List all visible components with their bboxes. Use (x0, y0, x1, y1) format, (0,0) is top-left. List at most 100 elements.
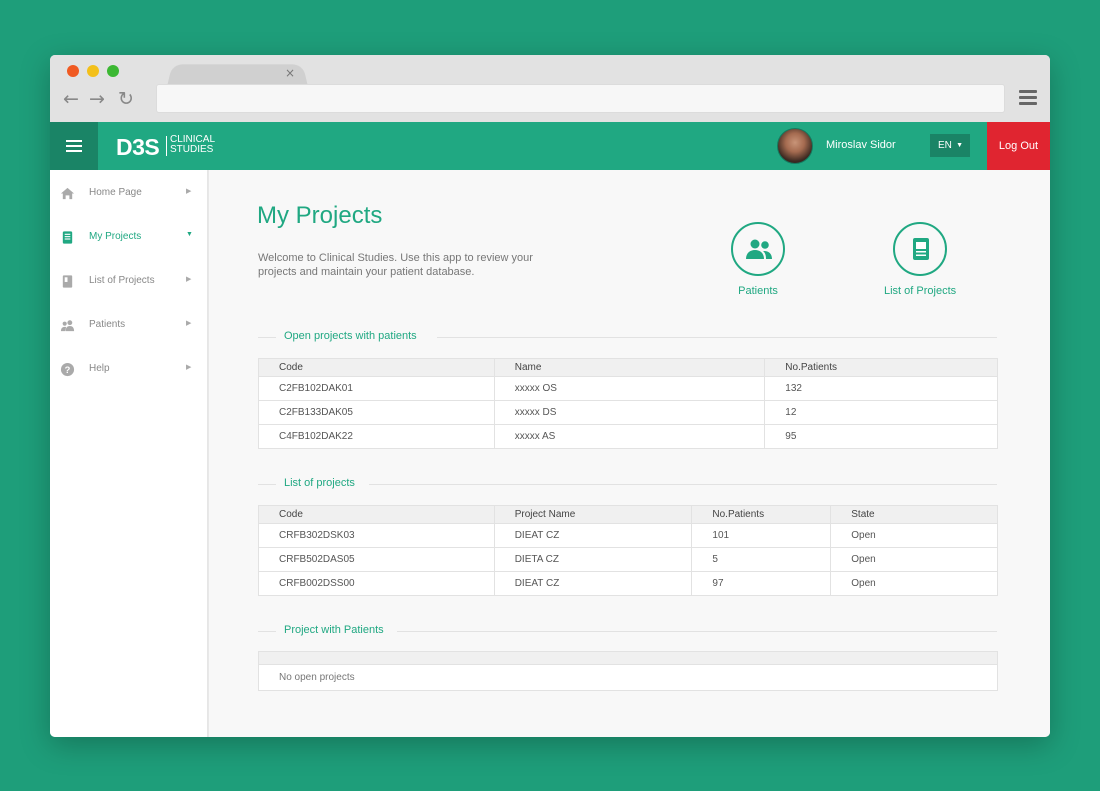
quick-link-label: List of Projects (884, 285, 957, 297)
reload-icon[interactable]: ↻ (118, 89, 134, 109)
caret-down-icon: ▼ (186, 231, 193, 238)
sidebar-item-patients[interactable]: Patients ▶ (50, 314, 208, 338)
sidebar-item-label: Help (89, 363, 110, 374)
logo-subtitle: CLINICAL STUDIES (170, 135, 230, 155)
empty-message: No open projects (258, 664, 998, 691)
cell-patients: 132 (764, 376, 998, 401)
browser-chrome: × ← → ↻ (50, 55, 1050, 122)
minimize-window-button[interactable] (87, 65, 99, 77)
cell-state: Open (830, 571, 998, 596)
column-header-code[interactable]: Code (258, 505, 495, 524)
cell-state: Open (830, 523, 998, 548)
caret-down-icon: ▼ (956, 142, 963, 149)
table-row[interactable]: CRFB502DAS05 DIETA CZ 5 Open (258, 547, 998, 572)
avatar[interactable] (777, 128, 813, 164)
main-content: My Projects Welcome to Clinical Studies.… (209, 170, 1050, 737)
quick-link-list-of-projects[interactable]: List of Projects (884, 222, 956, 297)
tab-close-icon[interactable]: × (285, 66, 295, 80)
column-header-state[interactable]: State (830, 505, 998, 524)
table-header-empty (258, 651, 998, 665)
cell-code: CRFB002DSS00 (258, 571, 495, 596)
caret-right-icon: ▶ (186, 320, 192, 327)
cell-name: xxxxx AS (493, 424, 766, 449)
help-icon: ? (60, 362, 75, 377)
section-open-projects-header: Open projects with patients (258, 330, 997, 344)
cell-code: C2FB133DAK05 (258, 400, 495, 425)
logo-text: D3S (116, 134, 160, 160)
table-row[interactable]: C2FB133DAK05 xxxxx DS 12 (258, 400, 998, 425)
section-list-projects-header: List of projects (258, 477, 997, 491)
maximize-window-button[interactable] (107, 65, 119, 77)
table-row[interactable]: CRFB302DSK03 DIEAT CZ 101 Open (258, 523, 998, 548)
sidebar-item-list-of-projects[interactable]: List of Projects ▶ (50, 270, 208, 294)
open-projects-table: Code Name No.Patients C2FB102DAK01 xxxxx… (258, 358, 998, 449)
browser-window: × ← → ↻ D3S CLINICAL STUDIES Miroslav Si… (50, 55, 1050, 737)
cell-project-name: DIETA CZ (493, 547, 693, 572)
cell-state: Open (830, 547, 998, 572)
section-project-patients-header: Project with Patients (258, 624, 997, 638)
sidebar: Home Page ▶ My Projects ▼ List of Projec… (50, 170, 208, 737)
column-header-name[interactable]: Name (493, 358, 766, 377)
cell-patients: 97 (691, 571, 832, 596)
table-row[interactable]: C2FB102DAK01 xxxxx OS 132 (258, 376, 998, 401)
cell-patients: 5 (691, 547, 832, 572)
project-patients-table: No open projects (258, 651, 998, 691)
url-bar[interactable] (156, 84, 1005, 113)
cell-code: CRFB302DSK03 (258, 523, 495, 548)
column-header-patients[interactable]: No.Patients (764, 358, 998, 377)
sidebar-item-label: My Projects (89, 231, 142, 242)
language-select[interactable]: EN ▼ (930, 134, 970, 157)
section-title: List of projects (284, 477, 365, 489)
quick-link-circle[interactable] (731, 222, 785, 276)
logo-separator (166, 136, 167, 156)
menu-toggle-button[interactable] (50, 122, 98, 170)
column-header-project-name[interactable]: Project Name (493, 505, 693, 524)
sidebar-item-home[interactable]: Home Page ▶ (50, 182, 208, 206)
caret-right-icon: ▶ (186, 364, 192, 371)
browser-menu-icon[interactable] (1019, 90, 1037, 106)
cell-patients: 12 (764, 400, 998, 425)
caret-right-icon: ▶ (186, 276, 192, 283)
quick-link-circle[interactable] (893, 222, 948, 276)
logo-subtitle-line-2: STUDIES (170, 144, 214, 155)
list-projects-table: Code Project Name No.Patients State CRFB… (258, 505, 998, 596)
language-value: EN (938, 140, 952, 151)
caret-right-icon: ▶ (186, 188, 192, 195)
column-header-patients[interactable]: No.Patients (691, 505, 832, 524)
cell-project-name: DIEAT CZ (493, 571, 693, 596)
table-header-row: Code Project Name No.Patients State (258, 505, 998, 524)
document-icon (913, 238, 930, 260)
logout-button[interactable]: Log Out (987, 122, 1050, 170)
table-row[interactable]: CRFB002DSS00 DIEAT CZ 97 Open (258, 571, 998, 596)
close-window-button[interactable] (67, 65, 79, 77)
back-arrow-icon[interactable]: ← (63, 89, 79, 109)
table-row[interactable]: C4FB102DAK22 xxxxx AS 95 (258, 424, 998, 449)
cell-patients: 95 (764, 424, 998, 449)
cell-code: CRFB502DAS05 (258, 547, 495, 572)
book-icon (62, 275, 73, 288)
home-icon (60, 187, 75, 200)
cell-name: xxxxx DS (493, 400, 766, 425)
column-header-code[interactable]: Code (258, 358, 495, 377)
table-header-row: Code Name No.Patients (258, 358, 998, 377)
sidebar-item-help[interactable]: ? Help ▶ (50, 358, 208, 382)
section-title: Project with Patients (284, 624, 394, 636)
section-title: Open projects with patients (284, 330, 427, 342)
page-title: My Projects (257, 202, 383, 229)
quick-link-patients[interactable]: Patients (731, 222, 785, 297)
sidebar-item-label: List of Projects (89, 275, 155, 286)
sidebar-item-my-projects[interactable]: My Projects ▼ (50, 226, 208, 250)
cell-project-name: DIEAT CZ (493, 523, 693, 548)
cell-code: C2FB102DAK01 (258, 376, 495, 401)
table-row: No open projects (258, 664, 998, 691)
people-icon (60, 320, 75, 332)
forward-arrow-icon[interactable]: → (89, 89, 105, 109)
svg-text:?: ? (65, 365, 71, 375)
cell-name: xxxxx OS (493, 376, 766, 401)
tablet-icon (62, 231, 73, 244)
user-name[interactable]: Miroslav Sidor (826, 139, 896, 151)
cell-patients: 101 (691, 523, 832, 548)
sidebar-item-label: Patients (89, 319, 126, 330)
cell-code: C4FB102DAK22 (258, 424, 495, 449)
welcome-text: Welcome to Clinical Studies. Use this ap… (258, 252, 533, 278)
